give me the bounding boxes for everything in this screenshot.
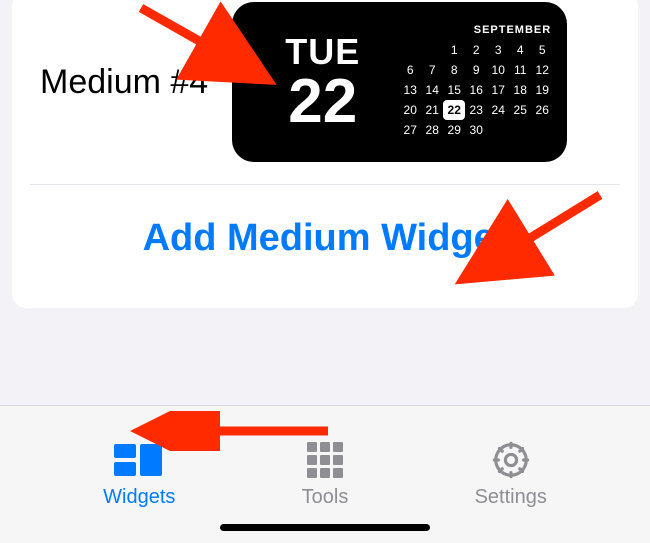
gear-icon <box>490 438 532 482</box>
calendar-day: 7 <box>421 60 443 80</box>
calendar-day: 18 <box>509 80 531 100</box>
preview-month: SEPTEMBER <box>399 24 553 36</box>
tab-label: Tools <box>302 486 349 509</box>
calendar-day: 21 <box>421 100 443 120</box>
calendar-day: 6 <box>399 60 421 80</box>
calendar-day: 19 <box>531 80 553 100</box>
calendar-day: 26 <box>531 100 553 120</box>
calendar-day: 2 <box>465 40 487 60</box>
calendar-grid: 0012345678910111213141516171819202122232… <box>399 40 553 140</box>
preview-date: 22 <box>288 71 357 133</box>
calendar-day: 4 <box>509 40 531 60</box>
calendar-day: 30 <box>465 120 487 140</box>
calendar-day: 1 <box>443 40 465 60</box>
widget-card: Medium #4 TUE 22 SEPTEMBER 0012345678910… <box>12 0 638 308</box>
tab-label: Widgets <box>103 486 175 509</box>
calendar-day: 24 <box>487 100 509 120</box>
tab-widgets[interactable]: Widgets <box>103 438 175 509</box>
calendar-day: 8 <box>443 60 465 80</box>
widget-label: Medium #4 <box>40 63 208 102</box>
calendar-day: 23 <box>465 100 487 120</box>
tab-tools[interactable]: Tools <box>302 438 349 509</box>
calendar-day: 16 <box>465 80 487 100</box>
calendar-day: 5 <box>531 40 553 60</box>
calendar-day: 14 <box>421 80 443 100</box>
home-indicator[interactable] <box>220 524 430 531</box>
add-widget-button[interactable]: Add Medium Widget <box>12 185 638 308</box>
calendar-day: 13 <box>399 80 421 100</box>
calendar-day: 25 <box>509 100 531 120</box>
calendar-day: 15 <box>443 80 465 100</box>
widget-preview: TUE 22 SEPTEMBER 00123456789101112131415… <box>232 2 567 162</box>
widget-row[interactable]: Medium #4 TUE 22 SEPTEMBER 0012345678910… <box>12 0 638 184</box>
calendar-day: 27 <box>399 120 421 140</box>
calendar-day: 20 <box>399 100 421 120</box>
calendar-day: 28 <box>421 120 443 140</box>
calendar-day: 3 <box>487 40 509 60</box>
calendar-day: 9 <box>465 60 487 80</box>
grid-icon <box>305 438 345 482</box>
widgets-icon <box>114 438 164 482</box>
calendar-day: 11 <box>509 60 531 80</box>
preview-left: TUE 22 <box>258 14 387 150</box>
preview-calendar: SEPTEMBER 001234567891011121314151617181… <box>387 14 553 150</box>
calendar-day: 17 <box>487 80 509 100</box>
tab-settings[interactable]: Settings <box>475 438 547 509</box>
calendar-day: 12 <box>531 60 553 80</box>
calendar-today: 22 <box>443 100 465 120</box>
tabbar: Widgets Tools Settings <box>0 405 650 543</box>
calendar-day: 10 <box>487 60 509 80</box>
tab-label: Settings <box>475 486 547 509</box>
calendar-day: 29 <box>443 120 465 140</box>
